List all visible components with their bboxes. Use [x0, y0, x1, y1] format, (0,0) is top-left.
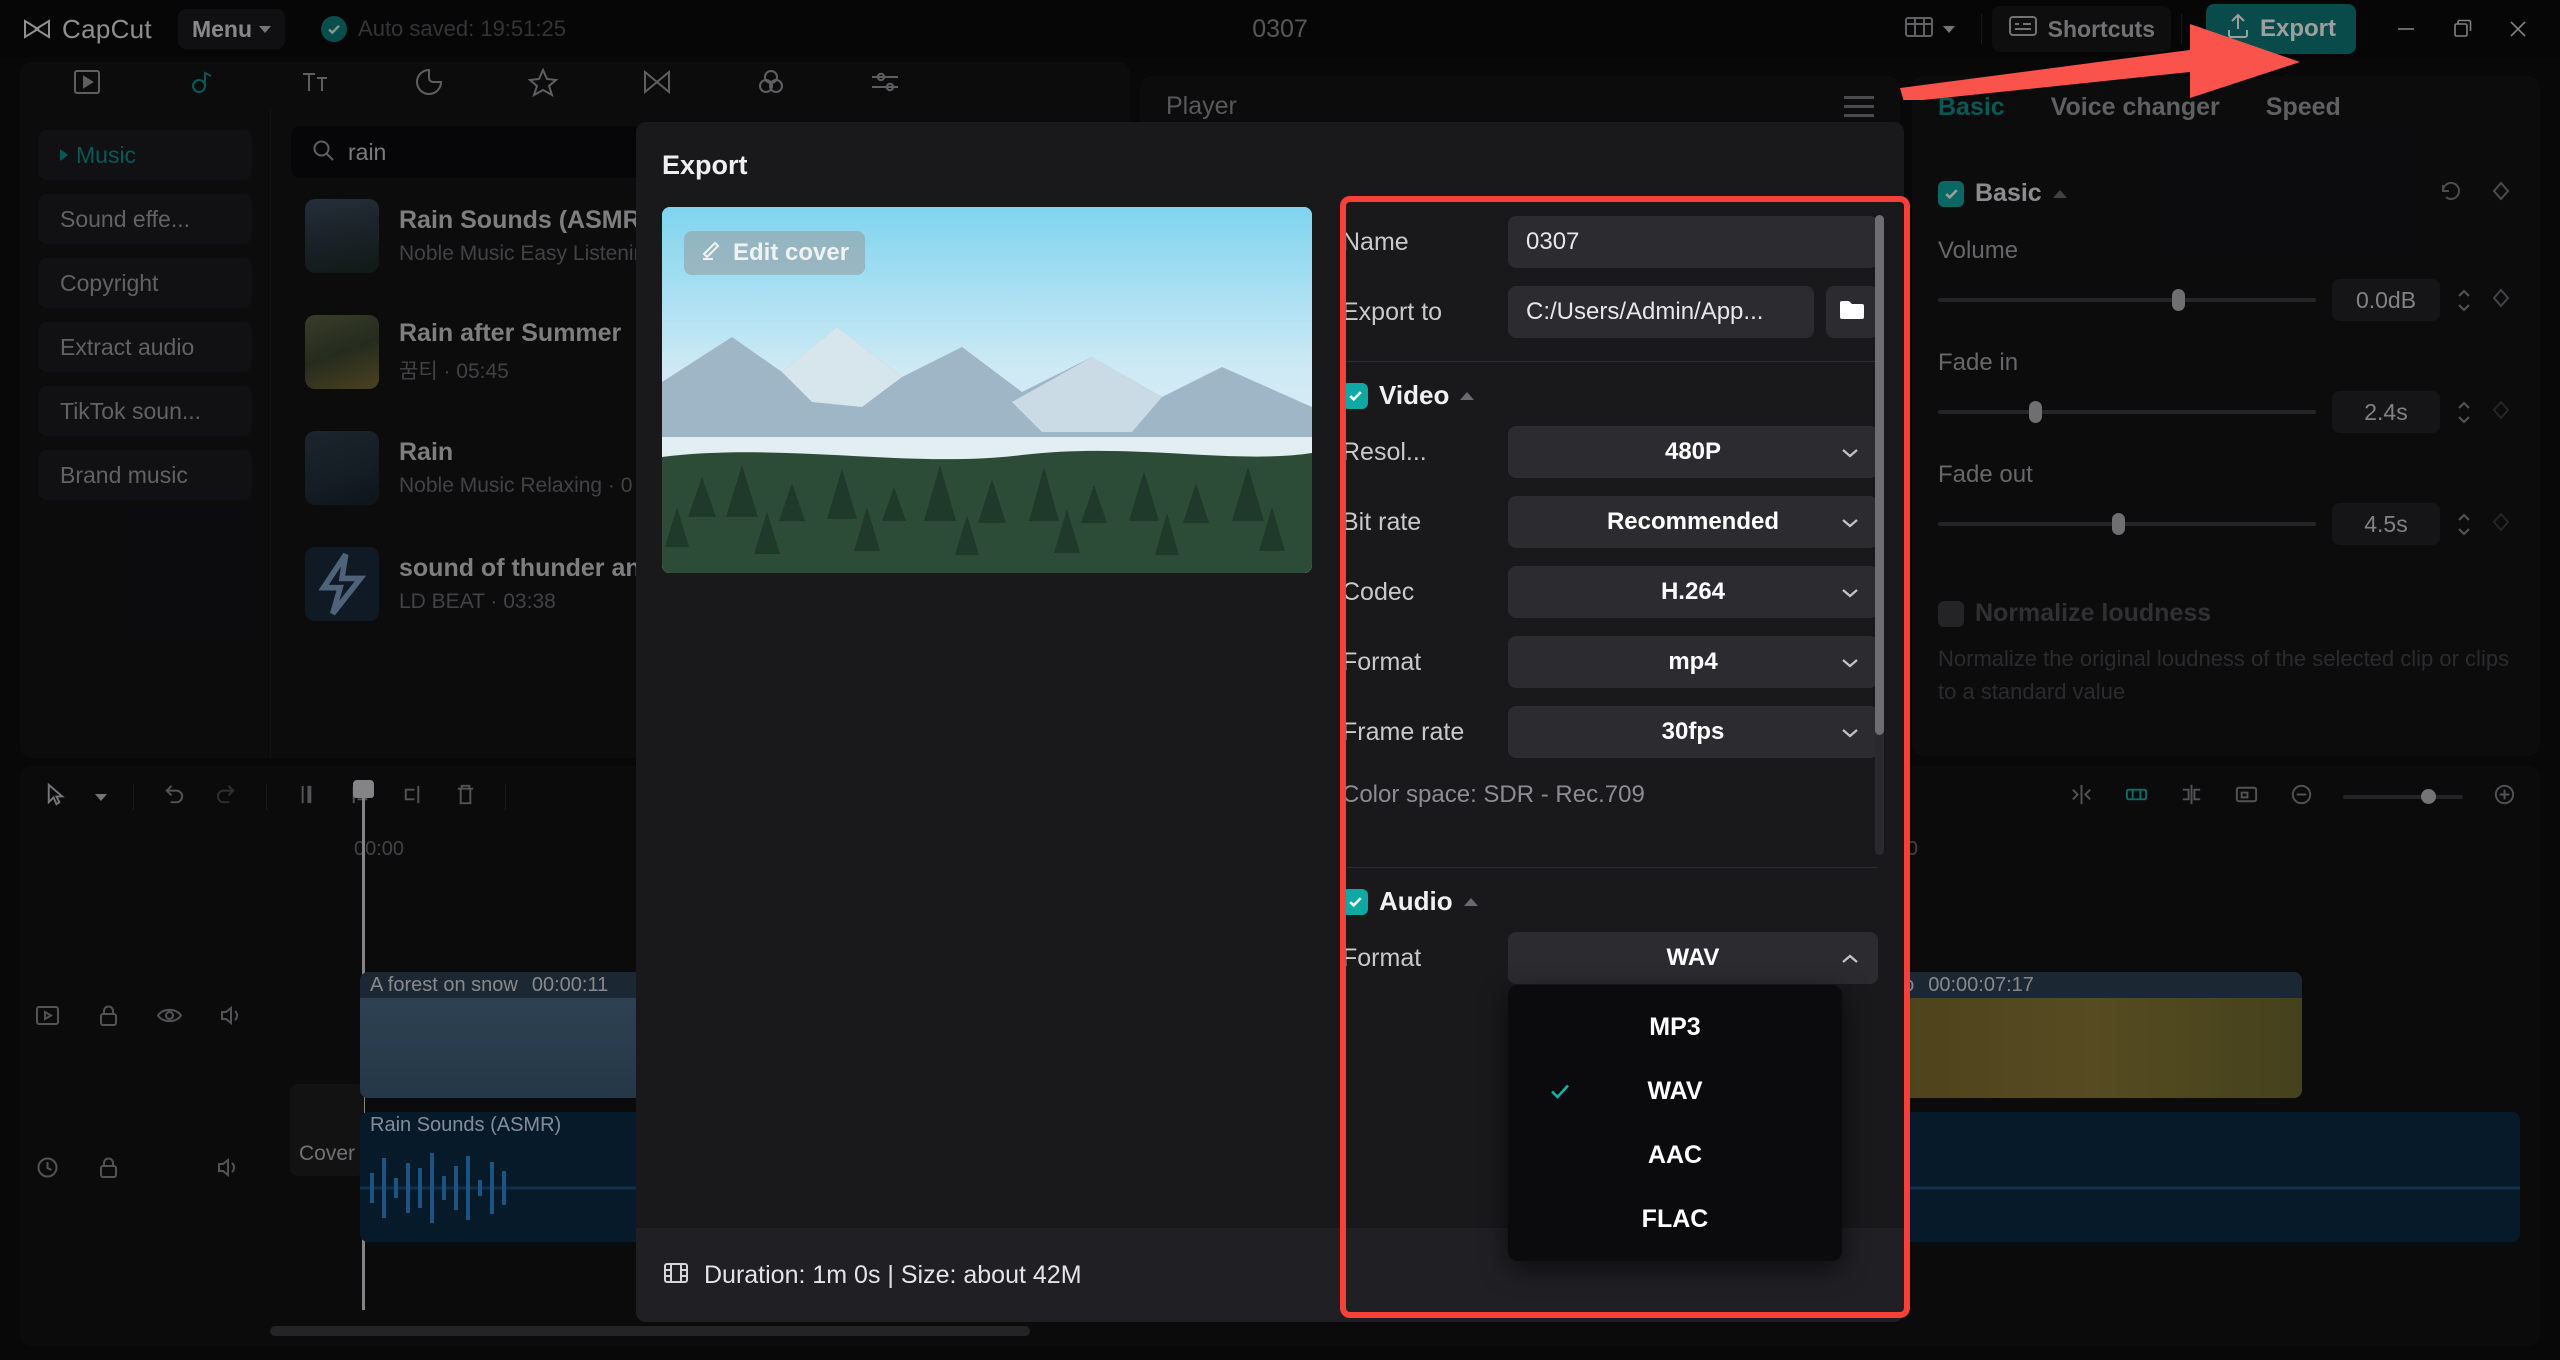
video-checkbox[interactable]	[1342, 382, 1368, 409]
export-settings: Name 0307 Export to C:/Users/Admin/App..…	[1342, 207, 1884, 1261]
bitrate-select[interactable]: Recommended	[1508, 496, 1878, 548]
audio-section-header: Audio	[1342, 886, 1878, 917]
video-format-select[interactable]: mp4	[1508, 636, 1878, 688]
dialog-title: Export	[662, 150, 748, 180]
name-input[interactable]: 0307	[1508, 216, 1878, 268]
resolution-value: 480P	[1664, 438, 1722, 465]
framerate-select[interactable]: 30fps	[1508, 706, 1878, 758]
color-space-text: Color space: SDR - Rec.709	[1342, 781, 1645, 808]
capcut-window: CapCut Menu Auto saved: 19:51:25 0307 Sh…	[0, 0, 2560, 1360]
check-icon	[1548, 1079, 1572, 1103]
edit-cover-label: Edit cover	[733, 239, 850, 266]
option-label: MP3	[1649, 1012, 1701, 1041]
resolution-row: Resol... 480P	[1342, 417, 1878, 487]
dropdown-option-wav[interactable]: WAV	[1508, 1059, 1842, 1123]
option-label: AAC	[1647, 1140, 1703, 1169]
dropdown-option-flac[interactable]: FLAC	[1508, 1187, 1842, 1251]
option-label: FLAC	[1641, 1204, 1709, 1233]
chevron-up-icon	[1840, 952, 1860, 965]
export-to-row: Export to C:/Users/Admin/App...	[1342, 277, 1878, 347]
framerate-label: Frame rate	[1342, 717, 1465, 746]
codec-row: Codec H.264	[1342, 557, 1878, 627]
resolution-label: Resol...	[1342, 437, 1427, 466]
chevron-down-icon	[1840, 516, 1860, 529]
folder-icon	[1838, 298, 1866, 327]
format-label: Format	[1342, 647, 1422, 676]
bitrate-value: Recommended	[1606, 508, 1780, 535]
name-label: Name	[1342, 227, 1409, 256]
audio-format-label: Format	[1342, 943, 1422, 972]
film-icon	[662, 1260, 690, 1291]
video-section-header: Video	[1342, 380, 1878, 411]
dialog-body: Edit cover Name 0307 Export to C:/Users/…	[636, 181, 1904, 1261]
format-row: Format mp4	[1342, 627, 1878, 697]
dropdown-option-mp3[interactable]: MP3	[1508, 995, 1842, 1059]
resolution-select[interactable]: 480P	[1508, 426, 1878, 478]
export-path-input[interactable]: C:/Users/Admin/App...	[1508, 286, 1814, 338]
framerate-value: 30fps	[1661, 718, 1725, 745]
option-label: WAV	[1647, 1076, 1703, 1105]
video-format-value: mp4	[1668, 648, 1718, 675]
name-row: Name 0307	[1342, 207, 1878, 277]
framerate-row: Frame rate 30fps	[1342, 697, 1878, 767]
edit-cover-button[interactable]: Edit cover	[684, 231, 866, 275]
browse-folder-button[interactable]	[1826, 286, 1878, 338]
codec-value: H.264	[1660, 578, 1726, 605]
bitrate-label: Bit rate	[1342, 507, 1422, 536]
chevron-up-icon[interactable]	[1463, 897, 1478, 906]
audio-checkbox[interactable]	[1342, 888, 1368, 915]
export-dialog: Export Edit cover Name 0307 Export to C:…	[636, 122, 1904, 1322]
codec-label: Codec	[1342, 577, 1415, 606]
chevron-down-icon	[1840, 726, 1860, 739]
scrollbar-thumb[interactable]	[1875, 215, 1884, 735]
pencil-icon	[700, 238, 723, 268]
bitrate-row: Bit rate Recommended	[1342, 487, 1878, 557]
chevron-down-icon	[1840, 656, 1860, 669]
chevron-down-icon	[1840, 586, 1860, 599]
audio-format-select[interactable]: WAV	[1508, 932, 1878, 984]
arrow-annotation	[1890, 10, 2310, 102]
divider	[1342, 361, 1878, 362]
chevron-up-icon[interactable]	[1460, 391, 1475, 400]
audio-format-row: Format WAV MP3 WAV AAC FLAC	[1342, 923, 1878, 1261]
dropdown-option-aac[interactable]: AAC	[1508, 1123, 1842, 1187]
video-section-title: Video	[1379, 380, 1450, 410]
cover-preview-wrap: Edit cover	[662, 207, 1312, 993]
chevron-down-icon	[1840, 446, 1860, 459]
settings-scrollbar[interactable]	[1875, 215, 1884, 855]
audio-section-title: Audio	[1379, 886, 1453, 916]
export-to-label: Export to	[1342, 297, 1443, 326]
audio-format-value: WAV	[1666, 944, 1720, 971]
audio-format-dropdown[interactable]: MP3 WAV AAC FLAC	[1508, 985, 1842, 1261]
codec-select[interactable]: H.264	[1508, 566, 1878, 618]
duration-size-text: Duration: 1m 0s | Size: about 42M	[704, 1260, 1082, 1289]
divider	[1342, 867, 1878, 868]
cover-preview[interactable]: Edit cover	[662, 207, 1312, 573]
